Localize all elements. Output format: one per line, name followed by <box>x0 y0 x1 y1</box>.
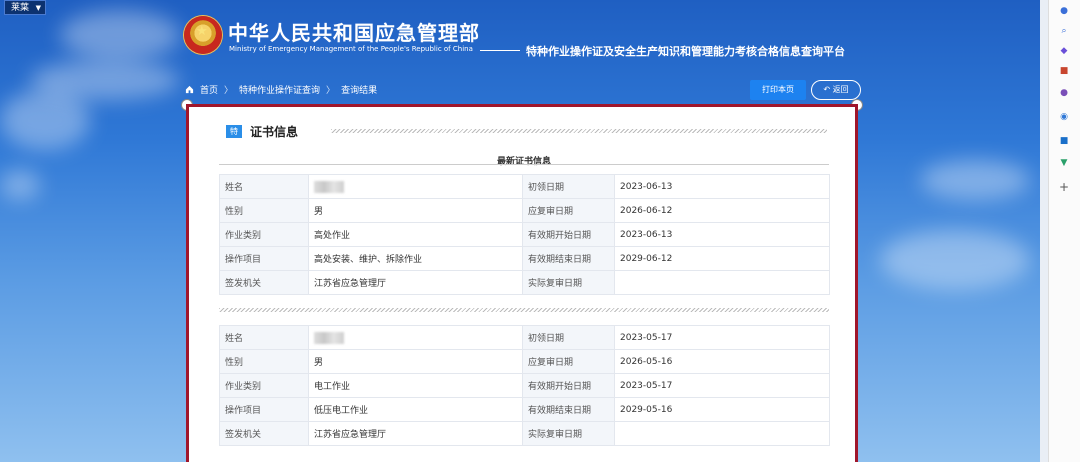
card-tag: 特 <box>226 125 242 138</box>
field-value: 2029-06-12 <box>614 246 830 271</box>
web-icon[interactable]: ▼ <box>1059 158 1069 168</box>
corner-dropdown[interactable]: 莱葉 ▼ <box>4 0 46 15</box>
redacted-name <box>314 180 344 193</box>
field-label: 有效期结束日期 <box>522 397 615 422</box>
breadcrumb-query[interactable]: 特种作业操作证查询 <box>239 83 320 96</box>
field-value: 2026-05-16 <box>614 349 830 374</box>
table-row: 操作项目 高处安装、维护、拆除作业 有效期结束日期 2029-06-12 <box>219 246 830 271</box>
site-header: 中华人民共和国应急管理部 Ministry of Emergency Manag… <box>184 16 884 60</box>
breadcrumb: 首页 〉 特种作业操作证查询 〉 查询结果 <box>185 83 377 96</box>
back-button-label: 返回 <box>832 85 849 94</box>
table-row: 签发机关 江苏省应急管理厅 实际复审日期 <box>219 270 830 295</box>
table-row: 姓名 初领日期 2023-06-13 <box>219 174 830 199</box>
breadcrumb-home[interactable]: 首页 <box>200 83 218 96</box>
cert-table-1: 姓名 初领日期 2023-06-13 性别 男 应复审日期 2026-06-12… <box>219 174 830 295</box>
home-icon <box>185 85 194 94</box>
outlook-icon[interactable]: ■ <box>1059 136 1069 146</box>
card-title: 证书信息 <box>250 125 299 139</box>
field-label: 有效期开始日期 <box>522 222 615 247</box>
cert-table-2: 姓名 初领日期 2023-05-17 性别 男 应复审日期 2026-05-16… <box>219 325 830 446</box>
search-icon[interactable]: ⌕ <box>1059 26 1069 36</box>
chevron-down-icon: ▼ <box>35 4 41 12</box>
table-row: 姓名 初领日期 2023-05-17 <box>219 325 830 350</box>
field-label: 有效期结束日期 <box>522 246 615 271</box>
latest-cert-title: 最新证书信息 <box>496 157 551 167</box>
field-label: 签发机关 <box>219 421 309 446</box>
header-divider <box>480 50 520 51</box>
field-value: 2023-05-17 <box>614 373 830 398</box>
table-row: 操作项目 低压电工作业 有效期结束日期 2029-05-16 <box>219 397 830 422</box>
site-title-cn: 中华人民共和国应急管理部 <box>228 21 480 45</box>
field-value: 2023-05-17 <box>614 325 830 350</box>
field-label: 实际复审日期 <box>522 421 615 446</box>
certificate-card: 特 证书信息 最新证书信息 姓名 初领日期 2023-06-13 性别 男 应复… <box>186 104 858 462</box>
redacted-name <box>314 331 344 344</box>
cloud-decoration <box>920 160 1030 200</box>
field-value: 男 <box>308 349 523 374</box>
field-label: 操作项目 <box>219 397 309 422</box>
add-icon[interactable]: + <box>1059 181 1069 193</box>
corner-dropdown-label: 莱葉 <box>11 3 30 13</box>
field-value: 2023-06-13 <box>614 222 830 247</box>
page-scrollbar[interactable] <box>1040 0 1048 462</box>
title-hatch <box>331 129 827 133</box>
table-row: 作业类别 高处作业 有效期开始日期 2023-06-13 <box>219 222 830 247</box>
field-label: 姓名 <box>219 325 309 350</box>
field-label: 操作项目 <box>219 246 309 271</box>
table-row: 性别 男 应复审日期 2026-06-12 <box>219 198 830 223</box>
field-label: 实际复审日期 <box>522 270 615 295</box>
field-label: 性别 <box>219 198 309 223</box>
field-label: 应复审日期 <box>522 198 615 223</box>
table-row: 作业类别 电工作业 有效期开始日期 2023-05-17 <box>219 373 830 398</box>
platform-subtitle: 特种作业操作证及安全生产知识和管理能力考核合格信息查询平台 <box>526 45 845 58</box>
breadcrumb-result: 查询结果 <box>341 86 378 96</box>
field-value: 高处作业 <box>308 222 523 247</box>
field-value <box>614 270 830 295</box>
field-label: 签发机关 <box>219 270 309 295</box>
field-value: 江苏省应急管理厅 <box>308 270 523 295</box>
back-arrow-icon: ↶ <box>823 85 831 94</box>
breadcrumb-separator: 〉 <box>224 86 234 96</box>
field-label: 性别 <box>219 349 309 374</box>
field-label: 初领日期 <box>522 174 615 199</box>
field-value: 低压电工作业 <box>308 397 523 422</box>
field-label: 应复审日期 <box>522 349 615 374</box>
back-button[interactable]: ↶ 返回 <box>811 80 861 100</box>
breadcrumb-separator: 〉 <box>326 86 336 96</box>
browser-sidebar: ● ⌕ ◆ ■ ● ◉ ■ ▼ + <box>1048 0 1080 462</box>
field-label: 初领日期 <box>522 325 615 350</box>
table-row: 签发机关 江苏省应急管理厅 实际复审日期 <box>219 421 830 446</box>
bell-icon[interactable]: ● <box>1059 6 1069 16</box>
field-label: 有效期开始日期 <box>522 373 615 398</box>
cloud-decoration <box>880 230 1030 290</box>
cloud-decoration <box>0 170 40 200</box>
table-row: 性别 男 应复审日期 2026-05-16 <box>219 349 830 374</box>
field-value: 高处安装、维护、拆除作业 <box>308 246 523 271</box>
field-value: 2023-06-13 <box>614 174 830 199</box>
card-header: 特 证书信息 <box>226 123 298 140</box>
toolbox-icon[interactable]: ■ <box>1059 66 1069 76</box>
cloud-decoration <box>0 90 90 150</box>
field-value: 2029-05-16 <box>614 397 830 422</box>
name-value <box>308 174 523 199</box>
cloud-decoration <box>60 10 180 60</box>
cloud-decoration <box>30 60 180 100</box>
section-divider <box>219 164 829 165</box>
field-value: 电工作业 <box>308 373 523 398</box>
record-divider <box>219 308 829 312</box>
tag-icon[interactable]: ◆ <box>1059 46 1069 56</box>
field-value: 江苏省应急管理厅 <box>308 421 523 446</box>
print-button[interactable]: 打印本页 <box>750 80 806 100</box>
field-label: 姓名 <box>219 174 309 199</box>
name-value <box>308 325 523 350</box>
site-title-en: Ministry of Emergency Management of the … <box>229 45 473 53</box>
user-icon[interactable]: ● <box>1059 88 1069 98</box>
field-value: 2026-06-12 <box>614 198 830 223</box>
field-value: 男 <box>308 198 523 223</box>
circle-icon[interactable]: ◉ <box>1059 112 1069 122</box>
field-label: 作业类别 <box>219 373 309 398</box>
national-emblem-icon <box>184 16 222 54</box>
field-label: 作业类别 <box>219 222 309 247</box>
field-value <box>614 421 830 446</box>
